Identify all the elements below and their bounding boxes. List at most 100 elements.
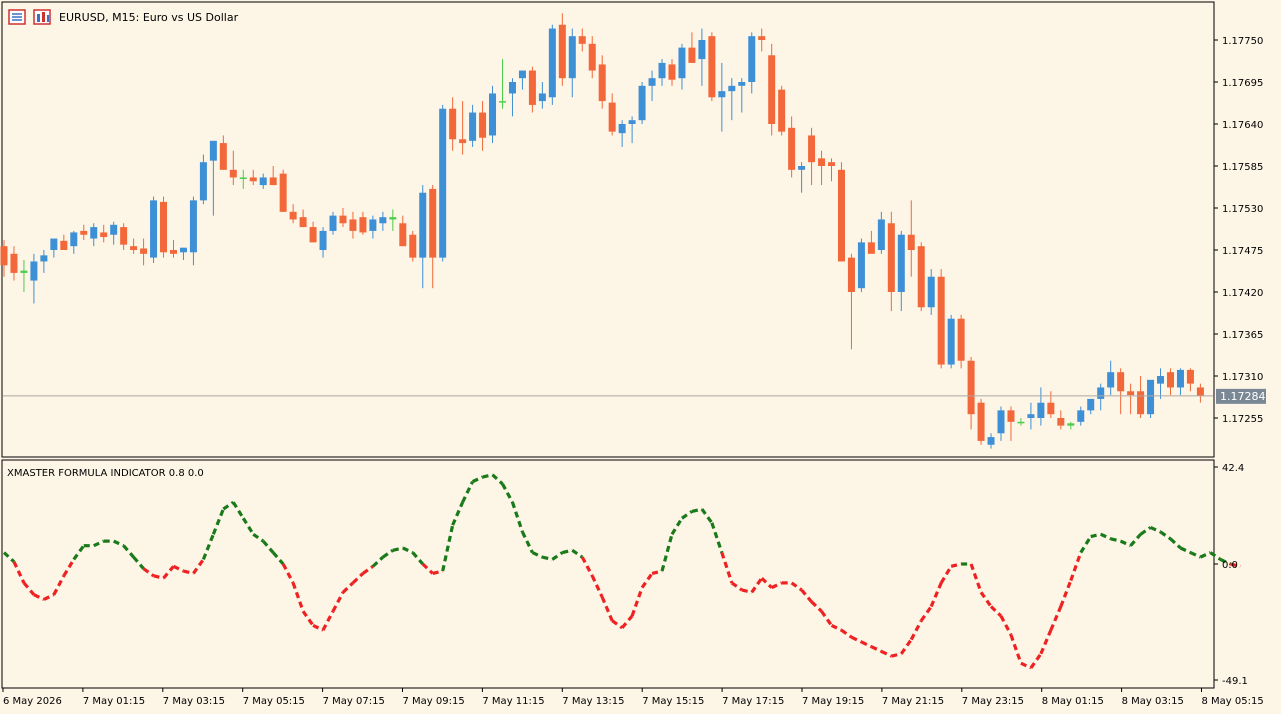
time-tick-label: 7 May 13:15 (562, 696, 624, 707)
indicator-segment (640, 572, 654, 589)
candle-body (299, 217, 307, 228)
indicator-segment (531, 551, 544, 559)
candle (997, 406, 1005, 441)
candle-body (688, 47, 696, 63)
indicator-segment (1059, 579, 1073, 608)
candle (289, 204, 297, 224)
candle-body (847, 257, 855, 292)
candle-body (658, 62, 666, 79)
candle (499, 59, 506, 109)
indicator-segment (820, 610, 833, 627)
indicator-segment (691, 507, 703, 513)
candle-body (319, 230, 327, 250)
time-tick-label: 7 May 15:15 (642, 696, 704, 707)
candle (628, 116, 636, 144)
indicator-segment (341, 581, 355, 594)
price-tick-label: 1.17475 (1222, 246, 1263, 257)
indicator-segment (1179, 546, 1192, 555)
candle (249, 169, 257, 186)
candle (1047, 391, 1055, 418)
candle-body (369, 219, 377, 231)
indicator-segment (43, 593, 55, 601)
candle-body (100, 232, 108, 238)
indicator-segment (840, 628, 853, 639)
candle-body (798, 166, 806, 170)
candle (818, 150, 826, 186)
indicator-segment (1209, 551, 1222, 561)
candle (140, 238, 148, 266)
indicator-segment (1189, 551, 1202, 559)
candle (329, 211, 337, 235)
current-price-label: 1.17284 (1220, 390, 1266, 403)
candle-body (947, 318, 955, 365)
candle-body (160, 201, 168, 253)
candle-body (678, 47, 686, 79)
candle-body (588, 43, 596, 71)
candle (748, 32, 756, 94)
candle (977, 398, 985, 445)
candle (269, 166, 277, 186)
chart-window-icon[interactable] (33, 9, 51, 25)
indicator-segment (231, 501, 245, 520)
price-axis: 1.17750 1.17695 1.17640 1.17585 1.17530 1.174… (1214, 36, 1263, 425)
candle-body (1166, 372, 1174, 388)
candle (100, 224, 108, 243)
candle-body (648, 78, 656, 86)
time-tick-label: 7 May 19:15 (802, 696, 864, 707)
candle-body (907, 234, 915, 250)
indicator-segment (909, 619, 923, 641)
indicator-segment (201, 533, 215, 561)
candle (339, 208, 347, 228)
indicator-segment (222, 500, 235, 511)
candle-body (1137, 391, 1145, 415)
indicator-segment (1199, 551, 1212, 559)
indicator-segment (1110, 537, 1121, 543)
candle (1077, 406, 1085, 426)
candle (279, 169, 287, 212)
candle-body (229, 169, 237, 178)
indicator-segment (1159, 530, 1172, 541)
indicator-segment (162, 565, 175, 580)
candle (359, 211, 367, 235)
indicator-segment (890, 652, 902, 658)
indicator-segment (790, 581, 803, 592)
indicator-segment (969, 563, 983, 593)
candle (508, 78, 516, 117)
toolbar-list-icon[interactable] (8, 9, 26, 25)
candle (389, 209, 397, 231)
candle-body (259, 177, 267, 186)
candle (1067, 421, 1075, 430)
candle-body (578, 36, 586, 44)
candle-body (1117, 372, 1125, 392)
candle-body (1057, 418, 1065, 426)
candle (1007, 406, 1015, 441)
candle-body (120, 227, 128, 245)
candle-body (70, 232, 78, 247)
indicator-segment (331, 591, 345, 612)
candle-body (1037, 402, 1045, 418)
candle (479, 101, 487, 151)
candle (728, 78, 736, 121)
candle-body (419, 192, 427, 258)
indicator-segment (132, 556, 145, 570)
time-tick-label: 7 May 21:15 (882, 696, 944, 707)
candle (588, 36, 596, 79)
time-tick-label: 8 May 05:15 (1202, 696, 1264, 707)
chart-canvas[interactable]: 1.17750 1.17695 1.17640 1.17585 1.17530 1.174… (0, 0, 1281, 714)
candle (798, 162, 806, 193)
time-tick-label: 7 May 07:15 (323, 696, 385, 707)
time-tick-label: 7 May 03:15 (163, 696, 225, 707)
indicator-segment (361, 565, 374, 575)
candle (50, 238, 58, 258)
time-tick-label: 7 May 05:15 (243, 696, 305, 707)
candle (110, 221, 118, 245)
indicator-segment (700, 508, 714, 524)
candle-body (558, 24, 566, 79)
price-tick-label: 1.17255 (1222, 414, 1263, 425)
candle (449, 97, 457, 151)
indicator-segment (720, 552, 734, 584)
candle (379, 211, 387, 231)
candle (169, 240, 177, 258)
candle (209, 140, 217, 216)
indicator-segment (830, 623, 843, 632)
